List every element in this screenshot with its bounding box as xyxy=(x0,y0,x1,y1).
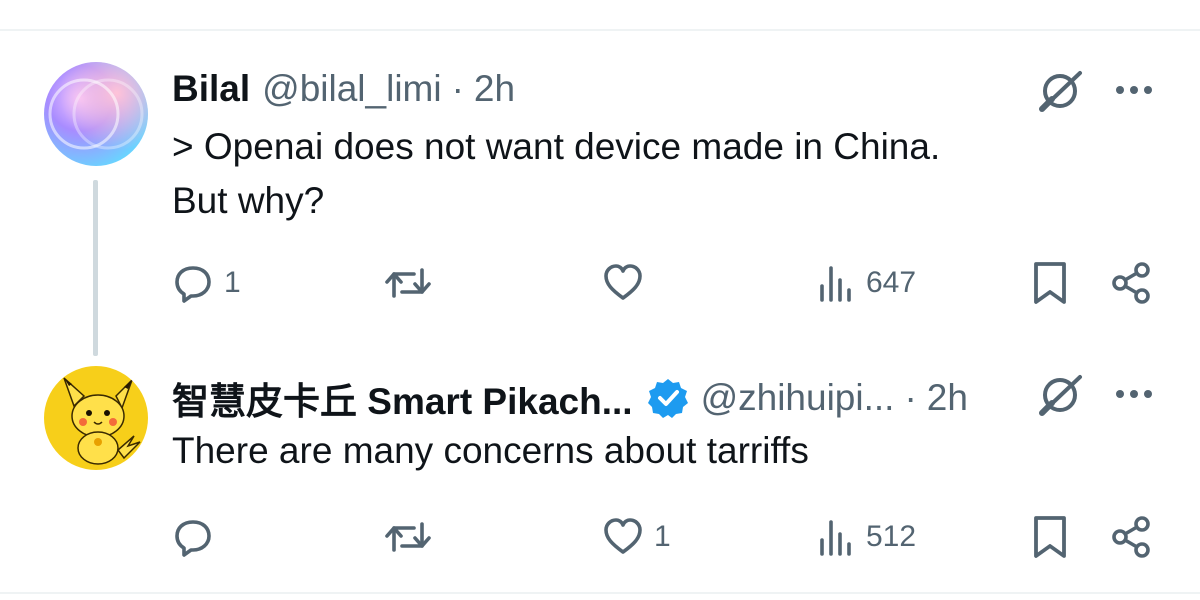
retweet-button[interactable] xyxy=(384,516,442,558)
views-count: 512 xyxy=(866,520,917,553)
author-handle[interactable]: @zhihuipi... xyxy=(701,377,895,419)
tweet-text: There are many concerns about tarriffs xyxy=(172,424,809,478)
like-button[interactable]: 1 xyxy=(602,516,671,558)
share-icon xyxy=(1112,516,1150,558)
author-name[interactable]: 智慧皮卡丘 Smart Pikach... xyxy=(172,371,633,425)
timestamp[interactable]: 2h xyxy=(927,377,968,419)
retweet-icon xyxy=(385,522,431,552)
tweet-header: 智慧皮卡丘 Smart Pikach... @zhihuipi... · 2h xyxy=(172,371,968,425)
separator: · xyxy=(904,377,917,418)
avatar[interactable] xyxy=(44,366,148,470)
views-icon xyxy=(820,520,851,556)
like-count: 1 xyxy=(654,520,671,553)
tweet-text-line: There are many concerns about tarriffs xyxy=(172,430,809,471)
reply-icon xyxy=(175,520,211,557)
action-bar: 1 512 xyxy=(0,512,1200,562)
tweet-2[interactable]: 智慧皮卡丘 Smart Pikach... @zhihuipi... · 2h … xyxy=(0,0,1200,600)
verified-badge-icon xyxy=(647,377,689,419)
bookmark-button[interactable] xyxy=(1030,514,1070,560)
grok-icon[interactable] xyxy=(1034,372,1088,418)
share-button[interactable] xyxy=(1110,514,1154,560)
views-button[interactable]: 512 xyxy=(816,516,916,558)
reply-button[interactable] xyxy=(172,516,224,558)
bookmark-icon xyxy=(1034,516,1066,558)
like-icon xyxy=(604,518,642,554)
bottom-divider xyxy=(0,592,1200,594)
more-icon[interactable] xyxy=(1112,376,1156,412)
